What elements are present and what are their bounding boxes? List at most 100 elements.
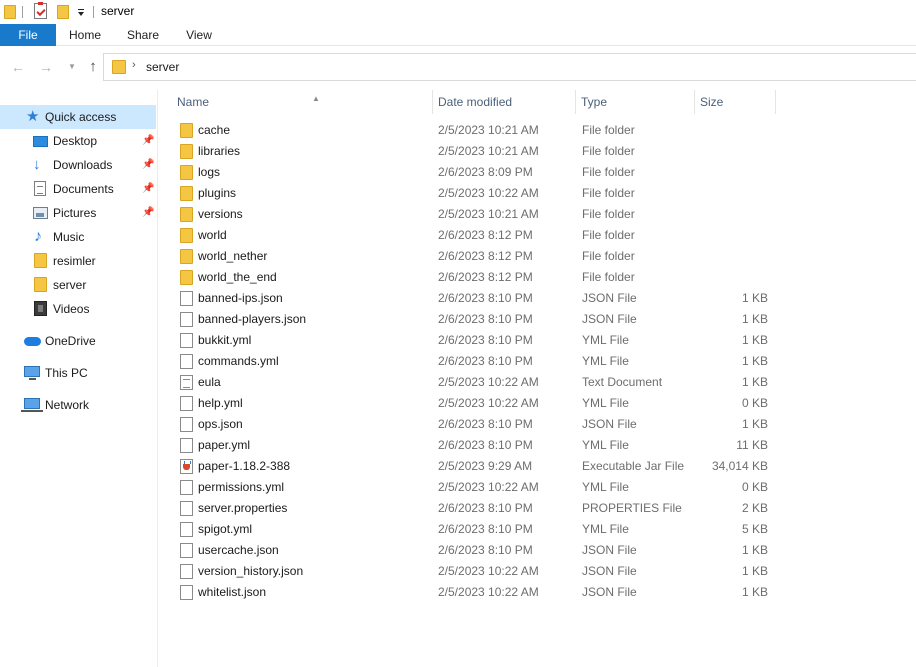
sidebar-item-label: Quick access bbox=[45, 110, 117, 124]
file-icon bbox=[180, 312, 193, 327]
file-icon bbox=[180, 480, 193, 495]
column-header-type[interactable]: Type bbox=[577, 90, 695, 114]
table-row[interactable]: world 2/6/2023 8:12 PM File folder bbox=[173, 225, 793, 246]
table-row[interactable]: commands.yml 2/6/2023 8:10 PM YML File 1 KB bbox=[173, 351, 793, 372]
table-row[interactable]: server.properties 2/6/2023 8:10 PM PROPERT… bbox=[173, 498, 793, 519]
tab-home[interactable]: Home bbox=[62, 24, 108, 46]
file-name: libraries bbox=[198, 144, 241, 158]
sidebar-item-videos[interactable]: Videos bbox=[0, 297, 156, 321]
file-name: server.properties bbox=[198, 501, 288, 515]
file-type: File folder bbox=[582, 207, 635, 221]
sidebar-item-music[interactable]: ♪ Music bbox=[0, 225, 156, 249]
pin-icon[interactable]: 📌 bbox=[142, 207, 154, 218]
table-row[interactable]: help.yml 2/5/2023 10:22 AM YML File 0 KB bbox=[173, 393, 793, 414]
properties-icon[interactable] bbox=[34, 2, 47, 19]
ribbon: File Home Share View bbox=[0, 24, 916, 46]
sidebar-item-resimler[interactable]: resimler bbox=[0, 249, 156, 273]
table-row[interactable]: paper-1.18.2-388 2/5/2023 9:29 AM Executab… bbox=[173, 456, 793, 477]
file-name: bukkit.yml bbox=[198, 333, 252, 347]
sidebar-item-label: Desktop bbox=[53, 134, 98, 148]
file-size: 1 KB bbox=[741, 543, 768, 557]
sidebar-item-desktop[interactable]: Desktop 📌 bbox=[0, 129, 156, 153]
table-row[interactable]: version_history.json 2/5/2023 10:22 AM JSO… bbox=[173, 561, 793, 582]
file-name: paper.yml bbox=[198, 438, 251, 452]
tab-file[interactable]: File bbox=[0, 24, 56, 46]
music-icon: ♪ bbox=[34, 228, 42, 245]
file-name: commands.yml bbox=[198, 354, 279, 368]
folder-icon bbox=[180, 144, 193, 159]
window-title: server bbox=[101, 4, 135, 18]
table-row[interactable]: banned-ips.json 2/6/2023 8:10 PM JSON File… bbox=[173, 288, 793, 309]
table-row[interactable]: plugins 2/5/2023 10:22 AM File folder bbox=[173, 183, 793, 204]
file-name: world_the_end bbox=[198, 270, 277, 284]
table-row[interactable]: spigot.yml 2/6/2023 8:10 PM YML File 5 KB bbox=[173, 519, 793, 540]
network-icon bbox=[21, 398, 43, 412]
sidebar-item-this-pc[interactable]: This PC bbox=[0, 361, 156, 385]
file-type: YML File bbox=[582, 480, 629, 494]
pin-icon[interactable]: 📌 bbox=[142, 135, 154, 146]
videos-icon bbox=[34, 301, 47, 316]
file-date-modified: 2/5/2023 10:21 AM bbox=[438, 123, 539, 137]
sidebar-item-network[interactable]: Network bbox=[0, 393, 156, 417]
file-name: world bbox=[198, 228, 227, 242]
sidebar-item-label: Network bbox=[45, 398, 90, 412]
table-row[interactable]: cache 2/5/2023 10:21 AM File folder bbox=[173, 120, 793, 141]
table-row[interactable]: world_the_end 2/6/2023 8:12 PM File folder bbox=[173, 267, 793, 288]
file-icon bbox=[180, 291, 193, 306]
file-date-modified: 2/6/2023 8:10 PM bbox=[438, 438, 533, 452]
sidebar-item-quick-access[interactable]: ★ Quick access bbox=[0, 105, 156, 129]
folder-icon bbox=[180, 207, 193, 222]
star-icon: ★ bbox=[26, 108, 40, 125]
forward-arrow-icon[interactable]: → bbox=[38, 59, 54, 75]
table-row[interactable]: logs 2/6/2023 8:09 PM File folder bbox=[173, 162, 793, 183]
tab-view[interactable]: View bbox=[178, 24, 220, 46]
file-name: usercache.json bbox=[198, 543, 279, 557]
table-row[interactable]: paper.yml 2/6/2023 8:10 PM YML File 11 KB bbox=[173, 435, 793, 456]
column-header-date-modified[interactable]: Date modified bbox=[434, 90, 576, 114]
sidebar-item-downloads[interactable]: ↓ Downloads 📌 bbox=[0, 153, 156, 177]
recent-locations-chevron-down-icon[interactable]: ▼ bbox=[64, 59, 80, 75]
file-icon bbox=[180, 396, 193, 411]
sidebar-item-pictures[interactable]: Pictures 📌 bbox=[0, 201, 156, 225]
tab-share[interactable]: Share bbox=[120, 24, 166, 46]
pin-icon[interactable]: 📌 bbox=[142, 183, 154, 194]
sidebar-item-onedrive[interactable]: OneDrive bbox=[0, 329, 156, 353]
breadcrumb[interactable]: server bbox=[146, 60, 179, 74]
table-row[interactable]: libraries 2/5/2023 10:21 AM File folder bbox=[173, 141, 793, 162]
table-row[interactable]: eula 2/5/2023 10:22 AM Text Document 1 KB bbox=[173, 372, 793, 393]
sidebar-item-server[interactable]: server bbox=[0, 273, 156, 297]
sidebar-item-label: This PC bbox=[45, 366, 88, 380]
pin-icon[interactable]: 📌 bbox=[142, 159, 154, 170]
file-list: Name ▲ Date modified Type Size cache 2/5/… bbox=[159, 90, 916, 667]
navigation-pane: ★ Quick access Desktop 📌 ↓ Downloads 📌 D… bbox=[0, 90, 158, 667]
table-row[interactable]: versions 2/5/2023 10:21 AM File folder bbox=[173, 204, 793, 225]
download-icon: ↓ bbox=[33, 156, 41, 173]
file-date-modified: 2/5/2023 10:22 AM bbox=[438, 375, 539, 389]
file-type: Text Document bbox=[582, 375, 663, 389]
column-header-size[interactable]: Size bbox=[696, 90, 776, 114]
address-bar[interactable]: › server bbox=[103, 53, 916, 81]
table-row[interactable]: world_nether 2/6/2023 8:12 PM File folder bbox=[173, 246, 793, 267]
toolbar-separator bbox=[93, 6, 94, 18]
chevron-right-icon[interactable]: › bbox=[132, 59, 136, 71]
up-arrow-icon[interactable]: ↑ bbox=[85, 59, 101, 75]
title-bar: server bbox=[0, 0, 916, 24]
file-name: version_history.json bbox=[198, 564, 304, 578]
table-row[interactable]: whitelist.json 2/5/2023 10:22 AM JSON File… bbox=[173, 582, 793, 603]
customize-dropdown-icon[interactable] bbox=[76, 6, 86, 18]
file-type: JSON File bbox=[582, 417, 637, 431]
back-arrow-icon[interactable]: ← bbox=[10, 59, 26, 75]
table-row[interactable]: bukkit.yml 2/6/2023 8:10 PM YML File 1 KB bbox=[173, 330, 793, 351]
file-date-modified: 2/5/2023 10:21 AM bbox=[438, 207, 539, 221]
file-type: YML File bbox=[582, 522, 629, 536]
table-row[interactable]: permissions.yml 2/5/2023 10:22 AM YML File… bbox=[173, 477, 793, 498]
file-name: permissions.yml bbox=[198, 480, 285, 494]
sidebar-item-documents[interactable]: Documents 📌 bbox=[0, 177, 156, 201]
new-folder-icon[interactable] bbox=[57, 5, 69, 19]
column-header-name[interactable]: Name ▲ bbox=[173, 90, 433, 114]
table-row[interactable]: banned-players.json 2/6/2023 8:10 PM JSON … bbox=[173, 309, 793, 330]
file-date-modified: 2/6/2023 8:12 PM bbox=[438, 270, 533, 284]
file-icon bbox=[180, 522, 193, 537]
table-row[interactable]: ops.json 2/6/2023 8:10 PM JSON File 1 KB bbox=[173, 414, 793, 435]
table-row[interactable]: usercache.json 2/6/2023 8:10 PM JSON File 1… bbox=[173, 540, 793, 561]
